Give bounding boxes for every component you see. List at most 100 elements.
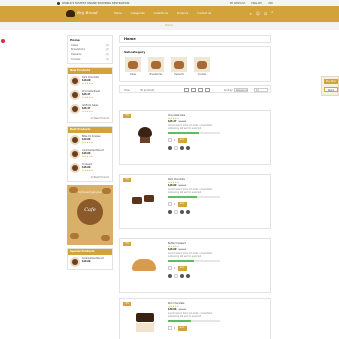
grid-large-view-icon[interactable] xyxy=(191,88,196,92)
product-description: Lorem ipsum dolor sit amet, consectetur … xyxy=(168,311,213,318)
product-image[interactable] xyxy=(124,245,164,285)
product-card[interactable]: -5% Chocolate Cake ★★★★★ $26.47 $27.87 Lo… xyxy=(119,110,271,165)
quantity-input[interactable] xyxy=(168,138,172,143)
demo-button[interactable]: Demo xyxy=(324,87,338,92)
category-panel: Home Cakes (4) Breadsticks (4) Desserts (4)… xyxy=(67,35,113,64)
product-old-price: $17.00 xyxy=(178,248,187,252)
header: Bry Bread Home Categories Collections Pr… xyxy=(0,6,339,22)
sort-select[interactable]: Relevance xyxy=(234,87,248,92)
logo[interactable]: Bry Bread xyxy=(66,9,102,18)
page-title: Home xyxy=(119,35,271,43)
quantity-input[interactable] xyxy=(168,326,172,331)
breadcrumb: Home xyxy=(0,22,339,30)
quantity-input[interactable] xyxy=(168,202,172,207)
logo-text: Bry Bread xyxy=(77,10,98,15)
add-to-cart-button[interactable]: ADD xyxy=(177,326,187,331)
compare-icon[interactable] xyxy=(180,274,184,278)
list-item[interactable]: Chocolate Bread $26.47 ★★★★★ xyxy=(68,88,112,102)
product-old-price: $19.00 xyxy=(178,184,187,188)
compare-icon[interactable] xyxy=(180,146,184,150)
wishlist-icon[interactable] xyxy=(174,210,178,214)
compare-icon[interactable] xyxy=(180,210,184,214)
compact-view-icon[interactable] xyxy=(205,88,210,92)
product-card[interactable]: -5% Dark Chocolate ★★★★★ $18.00 $19.00 Lo… xyxy=(119,174,271,229)
wishlist-link[interactable]: MY WISHLIST xyxy=(230,2,246,5)
all-new-products-link[interactable]: All New Products xyxy=(68,116,112,122)
product-thumb xyxy=(70,134,80,145)
quantity-value: 1 xyxy=(174,326,176,330)
cart-icon[interactable] xyxy=(168,146,172,150)
promo-text: WORLD'S FASTEST ONLINE SHOPPING DESTINAT… xyxy=(62,1,130,5)
product-old-price: $31.00 xyxy=(178,308,187,312)
quickview-icon[interactable] xyxy=(186,146,190,150)
sidebar: Home Cakes (4) Breadsticks (4) Desserts (4)… xyxy=(67,35,113,273)
product-image[interactable] xyxy=(124,181,164,221)
quickview-icon[interactable] xyxy=(186,274,190,278)
product-card[interactable]: -5% Butter Croissant ★★★★★ $16.00 $17.00 … xyxy=(119,238,271,293)
subcategory-title: Subcategory xyxy=(124,50,146,54)
floating-panel: Buy Now Demo xyxy=(321,76,339,96)
add-to-cart-button[interactable]: ADD xyxy=(177,138,187,143)
subcategory-cookies[interactable]: Cookies xyxy=(193,57,211,76)
nav-products[interactable]: Products xyxy=(177,12,188,15)
nav-home[interactable]: Home xyxy=(114,12,122,15)
subcategory-breadsticks[interactable]: Breadsticks xyxy=(147,57,165,76)
show-select[interactable]: 12 xyxy=(254,87,268,92)
cart-icon[interactable] xyxy=(168,210,172,214)
main-nav: Home Categories Collections Products Con… xyxy=(114,12,211,15)
subcategory-cakes[interactable]: Cakes xyxy=(124,57,142,76)
quickview-icon[interactable] xyxy=(186,210,190,214)
view-label: View xyxy=(124,88,130,92)
floating-flag-icon[interactable] xyxy=(0,38,6,44)
product-card[interactable]: -5% Rich Chocolate ★★★★★ $30.00 $31.00 Lo… xyxy=(119,298,271,339)
language-select[interactable]: ENGLISH xyxy=(251,2,262,5)
quantity-value: 1 xyxy=(174,266,176,270)
add-to-cart-button[interactable]: ADD xyxy=(177,202,187,207)
logo-icon xyxy=(66,10,75,17)
view-toggles xyxy=(184,88,210,92)
list-item[interactable]: Bites On Krispies $19.00 ★★★★★ xyxy=(68,133,112,147)
quantity-value: 1 xyxy=(174,138,176,142)
cafe-banner[interactable]: Come and get your Cafe xyxy=(67,184,113,245)
product-price: $26.47 xyxy=(168,120,177,124)
product-thumb xyxy=(70,103,80,114)
bread-image xyxy=(101,234,110,241)
user-icon[interactable]: ☺ xyxy=(256,11,260,16)
cart-icon[interactable]: ⊡ xyxy=(264,11,267,16)
list-item[interactable]: Dark Chocolate $18.00 ★★★★★ xyxy=(68,74,112,88)
cart-count: 0 xyxy=(271,11,273,14)
nav-collections[interactable]: Collections xyxy=(154,12,168,15)
nav-categories[interactable]: Categories xyxy=(131,12,145,15)
product-image[interactable] xyxy=(124,117,164,157)
bread-image xyxy=(70,232,79,239)
list-item[interactable]: Caramelized Biscuit $16.00 ★★★★★ xyxy=(68,147,112,161)
product-image[interactable] xyxy=(124,305,164,339)
top-links: MY WISHLIST ENGLISH USD xyxy=(230,2,273,5)
product-price: $16.00 xyxy=(168,248,177,252)
wishlist-icon[interactable] xyxy=(174,274,178,278)
buy-now-button[interactable]: Buy Now xyxy=(324,79,338,84)
quantity-value: 1 xyxy=(174,202,176,206)
cart-icon[interactable] xyxy=(168,274,172,278)
add-to-cart-button[interactable]: ADD xyxy=(177,266,187,271)
list-view-icon[interactable] xyxy=(198,88,203,92)
breadcrumb-home[interactable]: Home xyxy=(165,24,173,27)
all-best-products-link[interactable]: All Best Products xyxy=(68,175,112,181)
list-item[interactable]: Artificial Cakes $26.47 ★★★★★ xyxy=(68,102,112,116)
product-old-price: $27.87 xyxy=(178,120,187,124)
banner-title: Cafe xyxy=(84,206,96,213)
wishlist-icon[interactable] xyxy=(174,146,178,150)
list-item[interactable]: Caramelized Biscuit $16.00 xyxy=(68,255,112,269)
quantity-input[interactable] xyxy=(168,266,172,271)
sidebar-item-cookies[interactable]: Cookies (4) xyxy=(68,57,112,63)
stock-bar xyxy=(168,196,220,198)
subcategory-desserts[interactable]: Desserts xyxy=(170,57,188,76)
product-thumb xyxy=(70,89,80,100)
best-products-panel: Best Products Bites On Krispies $19.00 ★★★… xyxy=(67,125,113,182)
nav-contact[interactable]: Contact Us xyxy=(197,12,211,15)
grid-view-icon[interactable] xyxy=(184,88,189,92)
currency-select[interactable]: USD xyxy=(268,2,273,5)
search-icon[interactable]: ⌕ xyxy=(250,11,252,16)
list-item[interactable]: Croissant $16.00 ★★★★★ xyxy=(68,161,112,175)
category-panel-title: Home xyxy=(70,37,80,42)
